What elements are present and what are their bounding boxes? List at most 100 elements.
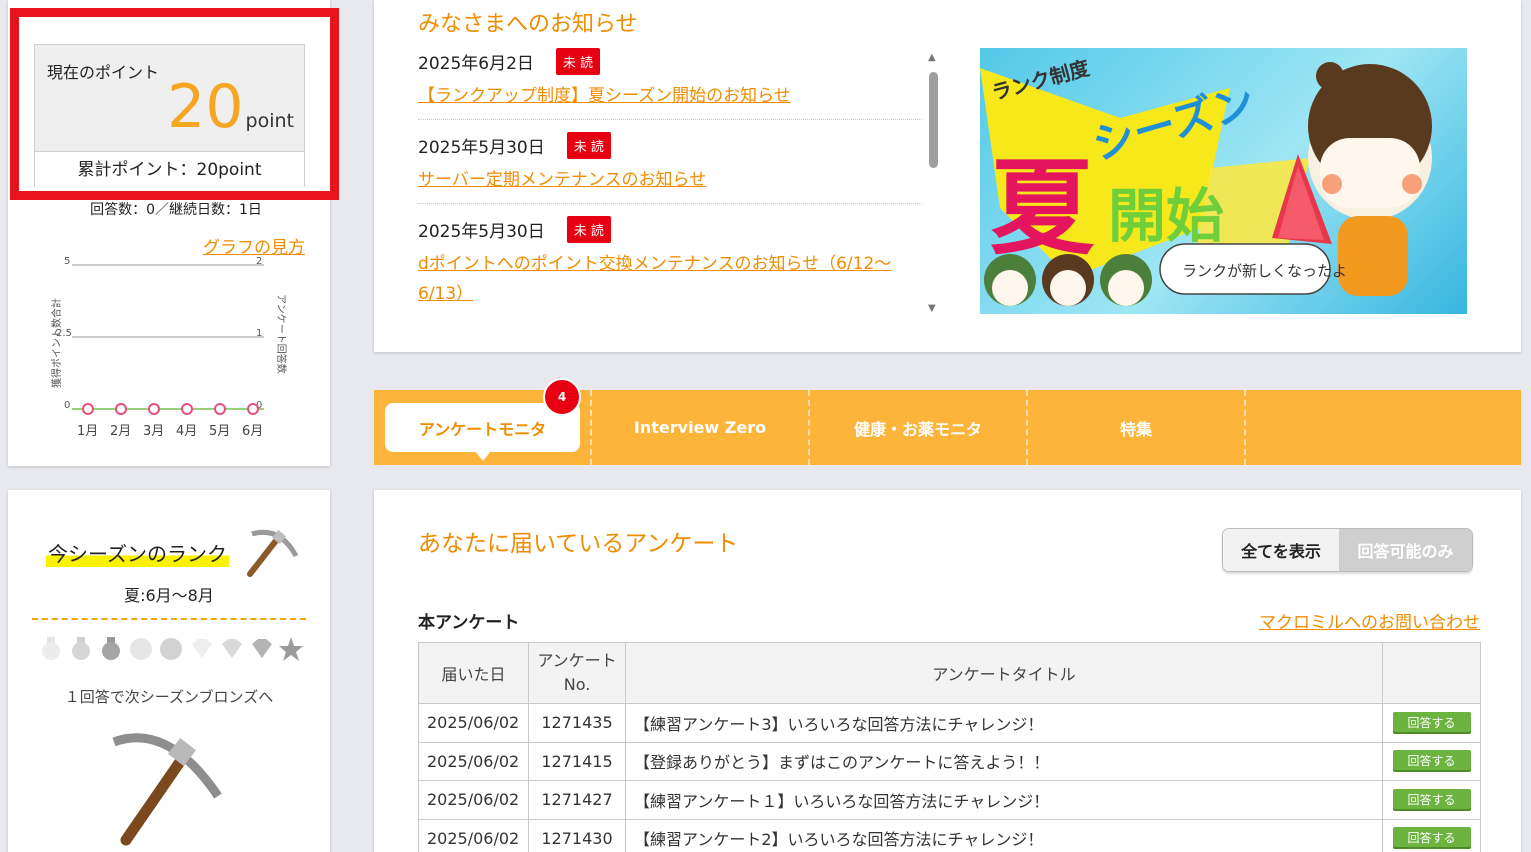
news-item: 2025年5月30日 未 読 dポイントへのポイント交換メンテナンスのお知らせ（6… bbox=[418, 216, 920, 309]
survey-card: あなたに届いているアンケート 全てを表示 回答可能のみ 本アンケート マクロミル… bbox=[374, 490, 1521, 852]
graph-point bbox=[214, 403, 226, 415]
header-action bbox=[1382, 642, 1481, 704]
answer-count-info: 回答数：0／継続日数：1日 bbox=[90, 202, 262, 218]
highlight-frame bbox=[10, 8, 339, 200]
table-row: 2025/06/02 1271435 【練習アンケート3】いろいろな回答方法にチ… bbox=[418, 703, 1481, 743]
rank-title: 今シーズンのランク bbox=[46, 538, 229, 567]
news-link[interactable]: 【ランクアップ制度】夏シーズン開始のお知らせ bbox=[418, 81, 920, 111]
scroll-up-icon[interactable]: ▲ bbox=[928, 52, 936, 63]
survey-table: 届いた日 アンケートNo. アンケートタイトル 2025/06/02 12714… bbox=[418, 642, 1481, 852]
news-link[interactable]: サーバー定期メンテナンスのお知らせ bbox=[418, 165, 920, 195]
survey-filter-toggle: 全てを表示 回答可能のみ bbox=[1222, 528, 1473, 572]
tab-survey-monitor[interactable]: アンケートモニタ 4 bbox=[374, 378, 592, 465]
graph-left-tick: 5 bbox=[64, 256, 70, 267]
graph-point bbox=[148, 403, 160, 415]
graph-month-label: 5月 bbox=[209, 424, 230, 439]
news-card: みなさまへのお知らせ 2025年6月2日未 読 【ランクアップ制度】夏シーズン開… bbox=[374, 0, 1521, 352]
header-survey-no: アンケートNo. bbox=[528, 642, 626, 704]
season-banner[interactable]: ランク制度 夏 シーズン 開始 ランクが新しくなったよ bbox=[980, 48, 1467, 314]
diamond-icon bbox=[188, 636, 214, 662]
news-item: 2025年6月2日 未 読 【ランクアップ制度】夏シーズン開始のお知らせ bbox=[418, 48, 920, 111]
scroll-down-icon[interactable]: ▼ bbox=[928, 303, 936, 314]
banner-big3: 開始 bbox=[1108, 182, 1224, 250]
row-survey-title: 【登録ありがとう】まずはこのアンケートに答えよう！！ bbox=[625, 741, 1383, 781]
header-survey-title: アンケートタイトル bbox=[625, 642, 1383, 704]
banner-big1: 夏 bbox=[990, 147, 1095, 269]
graph-month-label: 2月 bbox=[110, 424, 131, 439]
medal-icon bbox=[38, 636, 64, 662]
unread-badge: 未 読 bbox=[566, 216, 611, 243]
row-survey-title: 【練習アンケート3】いろいろな回答方法にチャレンジ！ bbox=[625, 703, 1383, 743]
news-divider bbox=[418, 119, 922, 120]
diamond-icon bbox=[248, 636, 274, 662]
rank-next-info: １回答で次シーズンブロンズへ bbox=[64, 688, 274, 706]
table-row: 2025/06/02 1271415 【登録ありがとう】まずはこのアンケートに答… bbox=[418, 741, 1481, 781]
main-survey-label: 本アンケート bbox=[418, 613, 520, 633]
graph-point bbox=[247, 403, 259, 415]
row-survey-no: 1271427 bbox=[528, 780, 626, 820]
tab-health-monitor[interactable]: 健康・お薬モニタ bbox=[810, 390, 1028, 465]
pickaxe-icon bbox=[112, 733, 222, 846]
row-date: 2025/06/02 bbox=[418, 780, 529, 820]
news-date: 2025年6月2日 bbox=[418, 54, 534, 74]
filter-available-button[interactable]: 回答可能のみ bbox=[1339, 529, 1472, 571]
graph-month-label: 4月 bbox=[176, 424, 197, 439]
row-survey-title: 【練習アンケート2】いろいろな回答方法にチャレンジ！ bbox=[625, 818, 1383, 852]
table-row: 2025/06/02 1271427 【練習アンケート１】いろいろな回答方法にチ… bbox=[418, 780, 1481, 820]
unread-badge: 未 読 bbox=[566, 132, 611, 159]
table-header-row: 届いた日 アンケートNo. アンケートタイトル bbox=[418, 642, 1481, 704]
rank-medal-row bbox=[38, 636, 304, 662]
filter-all-button[interactable]: 全てを表示 bbox=[1223, 529, 1339, 571]
answer-button[interactable]: 回答する bbox=[1392, 711, 1471, 734]
news-scrollbar[interactable]: ▲ ▼ bbox=[926, 52, 940, 314]
rank-card: 今シーズンのランク 夏:6月～8月 １回答で次シーズンブロンズへ bbox=[8, 490, 330, 852]
news-date: 2025年5月30日 bbox=[418, 138, 545, 158]
answer-button[interactable]: 回答する bbox=[1392, 750, 1471, 773]
graph-left-tick: 0 bbox=[64, 400, 70, 411]
row-survey-no: 1271430 bbox=[528, 818, 626, 852]
banner-bubble: ランクが新しくなったよ bbox=[1182, 262, 1347, 280]
news-title: みなさまへのお知らせ bbox=[418, 12, 638, 37]
news-divider bbox=[418, 203, 922, 204]
graph-month-label: 3月 bbox=[143, 424, 164, 439]
graph-point bbox=[181, 403, 193, 415]
medal-icon bbox=[98, 636, 124, 662]
tab-count-badge: 4 bbox=[543, 378, 581, 416]
graph-point bbox=[82, 403, 94, 415]
row-date: 2025/06/02 bbox=[418, 818, 529, 852]
answer-button[interactable]: 回答する bbox=[1392, 827, 1471, 850]
graph-left-axis-label: 獲得ポイント数合計 bbox=[50, 298, 63, 388]
row-date: 2025/06/02 bbox=[418, 703, 529, 743]
row-survey-no: 1271415 bbox=[528, 741, 626, 781]
star-icon bbox=[278, 636, 304, 662]
pickaxe-icon bbox=[247, 529, 299, 577]
header-date: 届いた日 bbox=[418, 642, 529, 704]
news-date: 2025年5月30日 bbox=[418, 222, 545, 242]
row-survey-no: 1271435 bbox=[528, 703, 626, 743]
points-graph: 5 2.5 0 2 1 0 獲得ポイント数合計 アンケート回答数 1月 2月 3月 4… bbox=[50, 256, 288, 439]
row-date: 2025/06/02 bbox=[418, 741, 529, 781]
unread-badge: 未 読 bbox=[555, 48, 601, 75]
survey-section-title: あなたに届いているアンケート bbox=[418, 531, 739, 557]
row-survey-title: 【練習アンケート１】いろいろな回答方法にチャレンジ！ bbox=[625, 780, 1383, 820]
medal-icon bbox=[68, 636, 94, 662]
diamond-icon bbox=[218, 636, 244, 662]
tab-special[interactable]: 特集 bbox=[1028, 390, 1246, 465]
category-tabs: アンケートモニタ 4 Interview Zero 健康・お薬モニタ 特集 bbox=[374, 378, 1521, 465]
graph-right-axis-label: アンケート回答数 bbox=[275, 294, 288, 374]
tab-interview-zero[interactable]: Interview Zero bbox=[592, 390, 810, 465]
answer-button[interactable]: 回答する bbox=[1392, 788, 1471, 811]
banner-art: ランク制度 夏 シーズン 開始 ランクが新しくなったよ bbox=[980, 56, 1432, 306]
news-item: 2025年5月30日 未 読 サーバー定期メンテナンスのお知らせ bbox=[418, 132, 920, 195]
graph-point bbox=[115, 403, 127, 415]
rank-divider bbox=[32, 618, 306, 620]
table-row: 2025/06/02 1271430 【練習アンケート2】いろいろな回答方法にチ… bbox=[418, 818, 1481, 852]
scroll-thumb[interactable] bbox=[929, 72, 938, 168]
gem-icon bbox=[128, 636, 154, 662]
graph-month-label: 1月 bbox=[77, 424, 98, 439]
rank-season: 夏:6月～8月 bbox=[124, 586, 214, 605]
gem-icon bbox=[158, 636, 184, 662]
graph-month-label: 6月 bbox=[242, 424, 263, 439]
contact-link[interactable]: マクロミルへのお問い合わせ bbox=[1259, 608, 1480, 633]
news-link[interactable]: dポイントへのポイント交換メンテナンスのお知らせ（6/12～6/13） bbox=[418, 249, 920, 309]
